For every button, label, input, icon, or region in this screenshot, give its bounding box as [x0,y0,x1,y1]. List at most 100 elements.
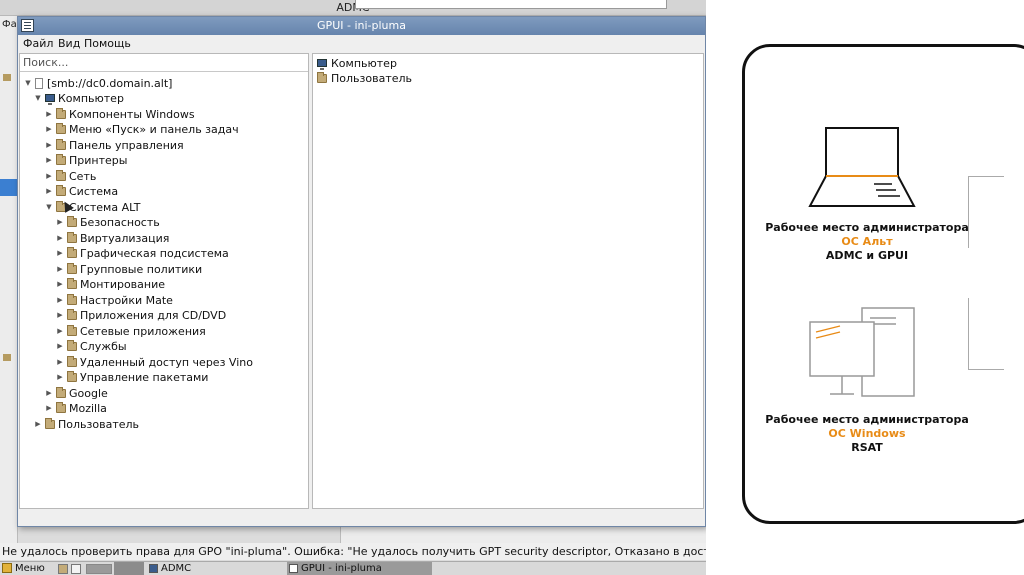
tree-node-virtualization[interactable]: ▶ Виртуализация [20,231,300,246]
show-desktop-icon[interactable] [86,564,112,574]
chevron-right-icon[interactable]: ▶ [45,401,53,416]
chevron-right-icon[interactable]: ▶ [45,169,53,184]
tree-node-label: Сетевые приложения [80,325,206,338]
workstation-windows-label: Рабочее место администратора ОС Windows … [743,413,991,455]
tree-node-label: Меню «Пуск» и панель задач [69,123,239,136]
task-admc[interactable]: ADMC [147,562,283,575]
folder-icon [67,371,77,382]
folder-icon [67,340,77,351]
tree-node-graphics[interactable]: ▶ Графическая подсистема [20,246,300,261]
tree-node-label: Система ALT [69,201,141,214]
gpui-titlebar[interactable]: GPUI - ini-pluma [18,17,705,35]
menu-view[interactable]: Вид [58,37,80,50]
tree-node-vino[interactable]: ▶ Удаленный доступ через Vino [20,355,300,370]
chevron-right-icon[interactable]: ▶ [56,293,64,308]
tree-node-label: Монтирование [80,278,166,291]
tree-node-cd-dvd[interactable]: ▶ Приложения для CD/DVD [20,308,300,323]
search-input[interactable] [20,54,308,72]
chevron-down-icon[interactable]: ▼ [34,91,42,106]
chevron-right-icon[interactable]: ▶ [56,308,64,323]
alt-logo-icon [2,563,12,573]
desktop: ADMC Фа GPUI - ini-pluma Файл Вид Помощь… [0,0,706,575]
chevron-right-icon[interactable]: ▶ [56,370,64,385]
tree-node-control-panel[interactable]: ▶ Панель управления [20,138,300,153]
admc-menu-stub[interactable]: Фа [2,19,17,30]
chevron-right-icon[interactable]: ▶ [45,153,53,168]
folder-icon [56,170,66,181]
list-item-user[interactable]: Пользователь [315,71,515,86]
chevron-right-icon[interactable]: ▶ [56,262,64,277]
menubar: Файл Вид Помощь [18,35,705,52]
chevron-right-icon[interactable]: ▶ [56,355,64,370]
folder-icon [56,185,66,196]
folder-icon [67,294,77,305]
file-manager-icon[interactable] [58,564,68,574]
folder-icon [317,72,327,83]
chevron-right-icon[interactable]: ▶ [56,339,64,354]
gpui-app-icon [289,564,298,573]
chevron-right-icon[interactable]: ▶ [45,122,53,137]
tree-node-group-policies[interactable]: ▶ Групповые политики [20,262,300,277]
folder-icon [67,263,77,274]
tree-node-packages[interactable]: ▶ Управление пакетами [20,370,300,385]
chevron-right-icon[interactable]: ▶ [56,246,64,261]
tree-node-network-apps[interactable]: ▶ Сетевые приложения [20,324,300,339]
tree-node-user[interactable]: ▶ Пользователь [20,417,300,432]
tree-node-label: Управление пакетами [80,371,209,384]
workstation-alt-title: Рабочее место администратора [765,221,969,234]
tree-node-label: Службы [80,340,127,353]
tree-node-google[interactable]: ▶ Google [20,386,300,401]
chevron-right-icon[interactable]: ▶ [45,138,53,153]
workspace-switcher[interactable] [114,562,144,575]
admc-app-icon [149,564,158,573]
admc-titlebar[interactable]: ADMC [0,0,706,16]
tree-node-system[interactable]: ▶ Система [20,184,300,199]
folder-icon [3,74,11,81]
tree-node-security[interactable]: ▶ Безопасность [20,215,300,230]
tree-node-label: Удаленный доступ через Vino [80,356,253,369]
tree-node-root[interactable]: ▼ [smb://dc0.domain.alt] [20,76,300,91]
workstation-alt-tools: ADMC и GPUI [825,249,909,262]
tree-node-printers[interactable]: ▶ Принтеры [20,153,300,168]
chevron-right-icon[interactable]: ▶ [56,324,64,339]
gpui-window: GPUI - ini-pluma Файл Вид Помощь ▼ [smb:… [17,16,706,527]
taskbar: Меню ADMC GPUI - ini-pluma [0,561,706,575]
chevron-down-icon[interactable]: ▼ [45,200,53,215]
tree-node-mounting[interactable]: ▶ Монтирование [20,277,300,292]
tree-node-network[interactable]: ▶ Сеть [20,169,300,184]
details-pane: Компьютер Пользователь [312,53,704,509]
desktop-computer-icon [809,307,915,397]
chevron-right-icon[interactable]: ▶ [34,417,42,432]
tree-node-label: Компьютер [58,92,124,105]
folder-icon [56,108,66,119]
tree-node-label: Пользователь [58,418,140,431]
chevron-right-icon[interactable]: ▶ [45,184,53,199]
tree-node-label: [smb://dc0.domain.alt] [47,77,173,90]
gpui-title: GPUI - ini-pluma [317,19,406,32]
chevron-right-icon[interactable]: ▶ [45,386,53,401]
tree-node-mozilla[interactable]: ▶ Mozilla [20,401,300,416]
chevron-right-icon[interactable]: ▶ [56,277,64,292]
folder-icon [3,354,11,361]
list-item-computer[interactable]: Компьютер [315,56,515,71]
tree-node-computer[interactable]: ▼ Компьютер [20,91,300,106]
chevron-right-icon[interactable]: ▶ [56,215,64,230]
text-editor-icon[interactable] [71,564,81,574]
chevron-down-icon[interactable]: ▼ [24,76,32,91]
workstation-windows-title: Рабочее место администратора [765,413,969,426]
tree-node-windows-components[interactable]: ▶ Компоненты Windows [20,107,300,122]
task-gpui[interactable]: GPUI - ini-pluma [287,562,432,575]
tree-node-start-menu[interactable]: ▶ Меню «Пуск» и панель задач [20,122,300,137]
tree-node-services[interactable]: ▶ Службы [20,339,300,354]
menu-help[interactable]: Помощь [84,37,131,50]
chevron-right-icon[interactable]: ▶ [56,231,64,246]
connector-line [968,298,1004,370]
chevron-right-icon[interactable]: ▶ [45,107,53,122]
tree-node-mate-settings[interactable]: ▶ Настройки Mate [20,293,300,308]
connector-line [968,176,1004,248]
menu-file[interactable]: Файл [23,37,53,50]
tree-node-label: Групповые политики [80,263,203,276]
admc-selected-row[interactable] [0,179,18,196]
folder-icon [45,418,55,429]
folder-icon [67,232,77,243]
